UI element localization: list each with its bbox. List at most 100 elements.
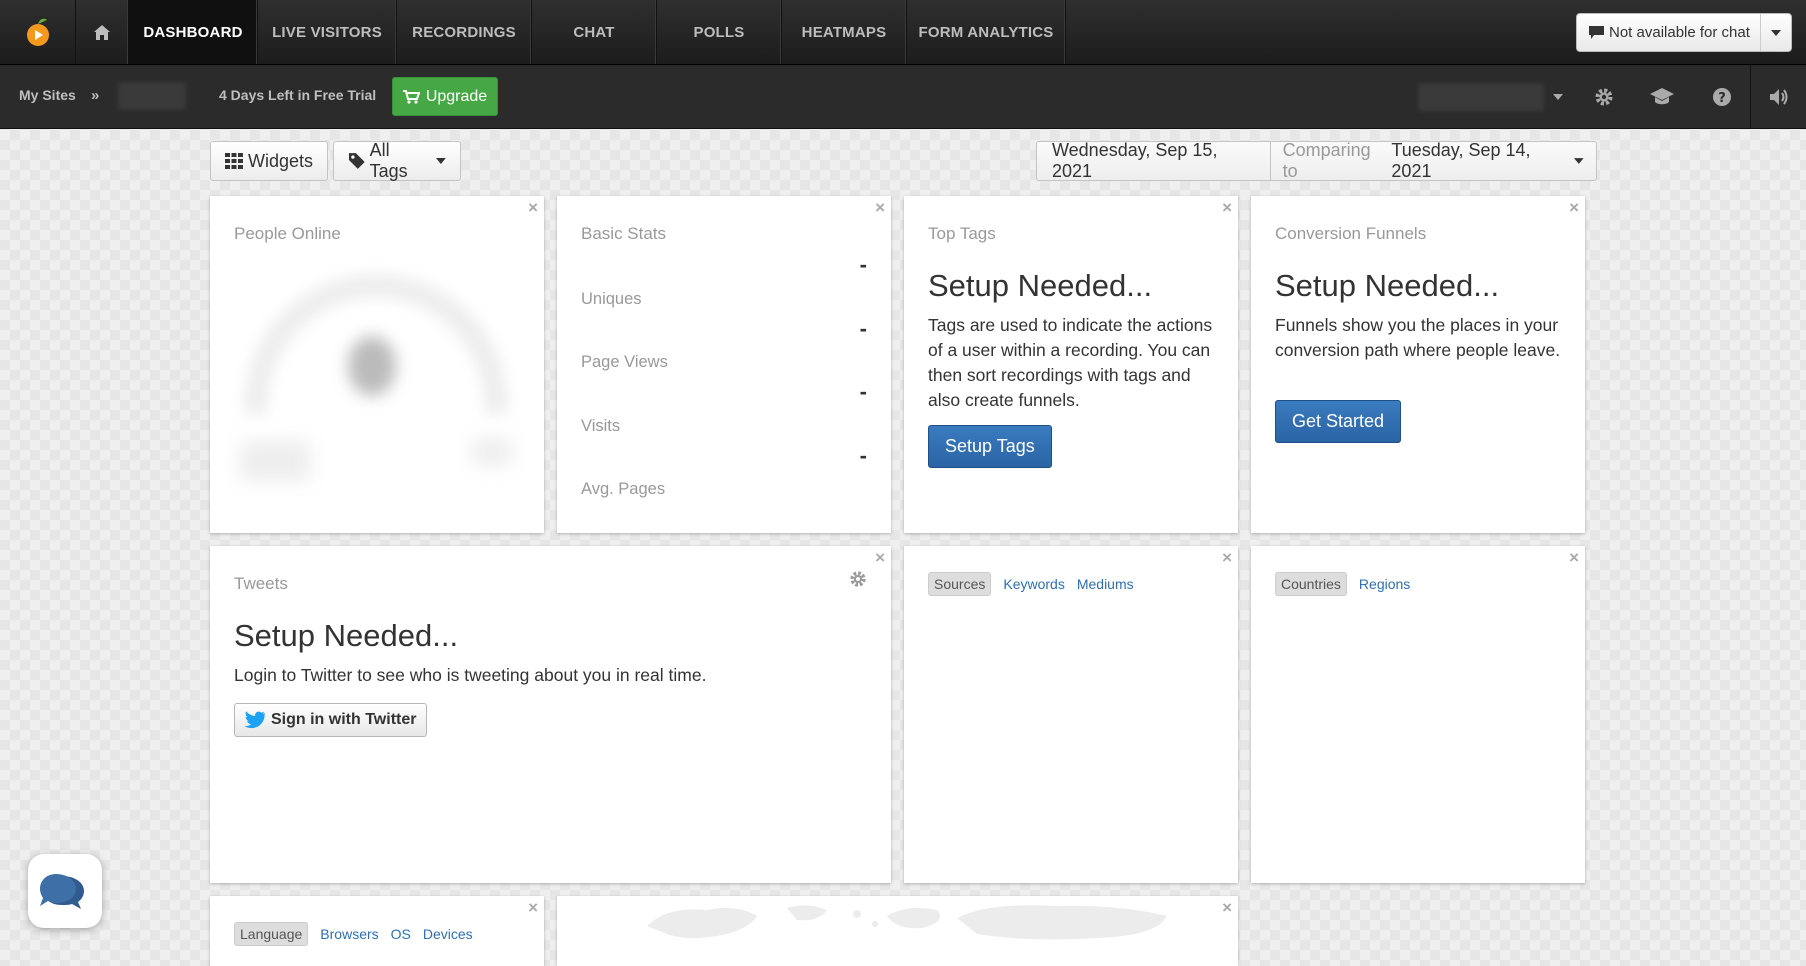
nav-heatmaps[interactable]: HEATMAPS [782,0,907,64]
chat-status-text: Not available for chat [1609,24,1750,41]
widget-description: Login to Twitter to see who is tweeting … [234,665,707,685]
sound-icon[interactable] [1762,79,1798,115]
widget-world-map: × [557,896,1238,966]
nav-form-analytics[interactable]: FORM ANALYTICS [907,0,1066,64]
widget-basic-stats: × Basic Stats - Uniques - Page Views - V… [557,196,891,533]
svg-text:?: ? [1718,91,1726,106]
graduation-cap-icon[interactable] [1644,79,1680,115]
widget-description: Funnels show you the places in your conv… [1275,315,1561,360]
close-icon[interactable]: × [1222,198,1232,218]
cart-icon [402,89,420,104]
close-icon[interactable]: × [875,198,885,218]
stat-label-avg-pages: Avg. Pages [581,480,666,498]
world-map-graphic [647,905,1167,940]
close-icon[interactable]: × [528,898,538,918]
home-icon[interactable] [76,0,129,64]
widget-language: × Language Browsers OS Devices [210,896,544,966]
countries-tabs: Countries Regions [1275,572,1410,596]
current-date[interactable]: Wednesday, Sep 15, 2021 [1037,140,1271,181]
gauge-value-redacted [348,336,396,396]
widgets-button[interactable]: Widgets [210,141,328,181]
widget-title: Tweets [234,574,288,593]
date-range-picker[interactable]: Wednesday, Sep 15, 2021 Comparing to Tue… [1036,140,1597,181]
help-icon[interactable]: ? [1704,79,1740,115]
setup-tags-button[interactable]: Setup Tags [928,425,1052,468]
close-icon[interactable]: × [875,548,885,568]
nav-recordings[interactable]: RECORDINGS [397,0,532,64]
nav-polls[interactable]: POLLS [657,0,782,64]
tab-browsers[interactable]: Browsers [320,926,378,942]
chevron-down-icon [436,158,446,164]
tab-devices[interactable]: Devices [423,926,473,942]
widget-title: Conversion Funnels [1275,224,1427,243]
tab-mediums[interactable]: Mediums [1077,576,1134,592]
comparing-label: Comparing to [1282,140,1371,181]
comparing-date-value: Tuesday, Sep 14, 2021 [1391,140,1531,181]
nav-dashboard[interactable]: DASHBOARD [129,0,258,64]
tab-keywords[interactable]: Keywords [1003,576,1064,592]
stat-label-page-views: Page Views [581,353,668,371]
chevron-down-icon[interactable] [1761,29,1791,36]
widget-tweets: × Tweets Setup Needed... Login to Twitte… [210,546,891,883]
widget-top-tags: × Top Tags Setup Needed... Tags are used… [904,196,1238,533]
sources-tabs: Sources Keywords Mediums [928,572,1134,596]
tab-sources[interactable]: Sources [928,572,992,596]
upgrade-button[interactable]: Upgrade [392,77,498,116]
chat-bubbles-icon [40,874,84,909]
chat-launcher-button[interactable] [28,854,102,928]
stat-label-uniques: Uniques [581,290,642,308]
grid-icon [225,153,243,169]
get-started-button[interactable]: Get Started [1275,400,1402,443]
sub-navigation: My Sites » 4 Days Left in Free Trial Upg… [0,65,1806,129]
sign-in-twitter-button[interactable]: Sign in with Twitter [234,703,428,737]
nav-live-visitors[interactable]: LIVE VISITORS [258,0,397,64]
tag-icon [348,153,365,169]
close-icon[interactable]: × [1222,548,1232,568]
subnav-divider [1750,65,1751,128]
language-tabs: Language Browsers OS Devices [234,922,473,946]
nav-chat[interactable]: CHAT [532,0,657,64]
close-icon[interactable]: × [1569,198,1579,218]
account-dropdown-chevron-icon[interactable] [1540,79,1576,115]
trial-status: 4 Days Left in Free Trial [219,87,377,103]
account-selector-redacted[interactable] [1418,83,1544,111]
chevron-down-icon [1574,158,1584,164]
site-name-redacted[interactable] [118,82,186,110]
tab-regions[interactable]: Regions [1359,576,1410,592]
all-tags-dropdown[interactable]: All Tags [333,140,461,181]
chat-status-label[interactable]: Not available for chat [1577,14,1761,51]
setup-heading: Setup Needed... [928,268,1153,303]
stat-value-page-views: - [859,316,867,341]
chat-status-dropdown[interactable]: Not available for chat [1576,13,1792,52]
close-icon[interactable]: × [1569,548,1579,568]
tab-countries[interactable]: Countries [1275,572,1347,596]
chat-bubble-icon [1589,26,1604,39]
all-tags-label: All Tags [369,140,408,181]
stat-value-uniques: - [859,252,867,277]
widgets-label: Widgets [247,150,313,171]
widget-countries: × Countries Regions [1251,546,1585,883]
stat-value-visits: - [859,379,867,404]
orange-logo-icon [26,18,49,46]
sign-in-twitter-label: Sign in with Twitter [271,711,417,728]
widget-title: People Online [234,224,341,243]
comparison-date[interactable]: Comparing to Tuesday, Sep 14, 2021 [1271,140,1596,181]
gauge-max-redacted [472,438,512,466]
breadcrumb-separator: » [91,87,100,104]
widget-title: Top Tags [928,224,996,243]
gear-icon[interactable] [849,570,867,588]
my-sites-link[interactable]: My Sites [19,87,76,103]
twitter-bird-icon [244,711,265,729]
widget-people-online: × People Online [210,196,544,533]
top-navigation: DASHBOARD LIVE VISITORS RECORDINGS CHAT … [0,0,1806,65]
close-icon[interactable]: × [528,198,538,218]
tab-os[interactable]: OS [391,926,411,942]
tab-language[interactable]: Language [234,922,309,946]
widget-conversion-funnels: × Conversion Funnels Setup Needed... Fun… [1251,196,1585,533]
widget-title: Basic Stats [581,224,667,243]
gauge-min-redacted [240,441,310,481]
stat-label-visits: Visits [581,417,621,435]
stat-value-avg-pages: - [859,443,867,468]
gear-icon[interactable] [1586,79,1622,115]
app-logo[interactable] [0,0,76,64]
